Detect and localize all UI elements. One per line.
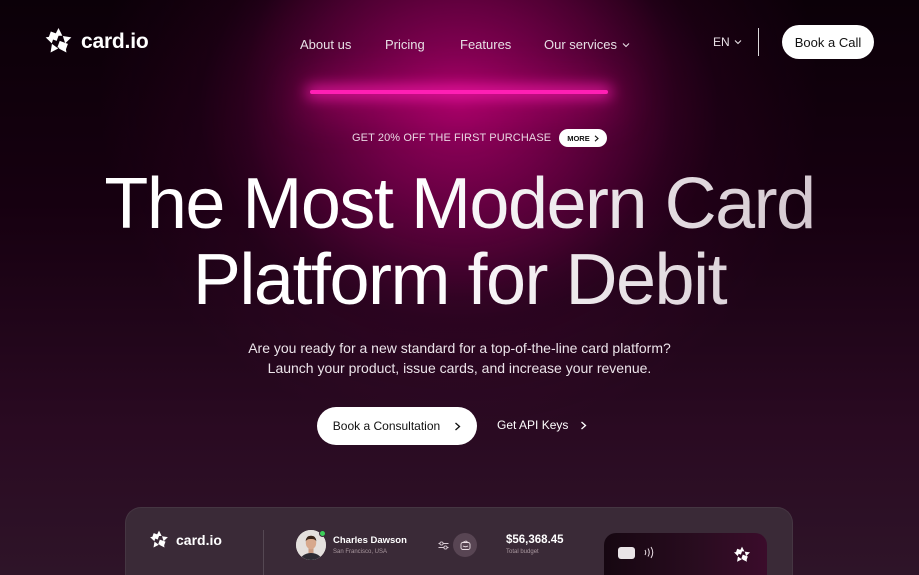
debit-card-preview[interactable] [604,533,767,575]
user-location: San Francisco, USA [333,549,388,555]
online-status-dot [319,530,326,537]
header-divider [758,28,759,56]
language-label: EN [713,35,730,49]
promo-more-label: MORE [567,133,590,143]
chevron-down-icon [622,42,630,47]
nav-item-services[interactable]: Our services [544,37,630,52]
hero-title-line-1: The Most Modern Card [104,164,815,244]
contactless-icon [644,546,654,559]
preview-brand-logo: card.io [149,530,222,550]
chevron-right-icon [581,421,587,429]
book-consultation-label: Book a Consultation [332,419,441,433]
nav-item-services-label: Our services [544,37,617,52]
hero-subtitle-line-2: Launch your product, issue cards, and in… [267,360,652,376]
total-budget-value: $56,368.45 [506,534,564,546]
brand-name: card.io [81,29,149,53]
language-selector[interactable]: EN [713,35,742,49]
preview-divider [263,530,264,575]
hero-title-line-2: Platform for Debit [192,240,727,320]
promo-banner: GET 20% OFF THE FIRST PURCHASE MORE [352,129,607,147]
chevron-right-icon [594,134,599,142]
nav-item-pricing[interactable]: Pricing [385,37,425,52]
wallet-icon [460,539,470,550]
hero-subtitle-line-1: Are you ready for a new standard for a t… [248,340,671,356]
dashboard-preview: card.io Charles Dawson San Francisco, US… [125,507,793,575]
card-chip [618,547,635,559]
wallet-button[interactable] [453,533,477,557]
neon-light-bar [310,90,608,94]
hero-subtitle: Are you ready for a new standard for a t… [0,338,919,378]
promo-more-button[interactable]: MORE [559,129,607,147]
brand-logo[interactable]: card.io [44,27,149,56]
promo-text: GET 20% OFF THE FIRST PURCHASE [352,132,552,144]
get-api-keys-button[interactable]: Get API Keys [497,418,587,432]
chevron-down-icon [734,40,742,45]
chevron-right-icon [455,422,461,430]
star-logo-icon [45,27,72,53]
get-api-keys-label: Get API Keys [497,418,569,432]
nav-item-about[interactable]: About us [300,37,351,52]
book-consultation-button[interactable]: Book a Consultation [317,407,477,445]
preview-brand-name: card.io [176,532,222,548]
user-name: Charles Dawson [333,535,407,546]
total-budget-label: Total budget [506,549,539,555]
star-logo-icon [734,546,750,562]
book-call-button[interactable]: Book a Call [782,25,874,59]
star-logo-icon [150,530,168,548]
nav-item-features[interactable]: Features [460,37,511,52]
sliders-icon[interactable] [438,540,449,551]
hero-title: The Most Modern Card Platform for Debit [0,166,919,318]
